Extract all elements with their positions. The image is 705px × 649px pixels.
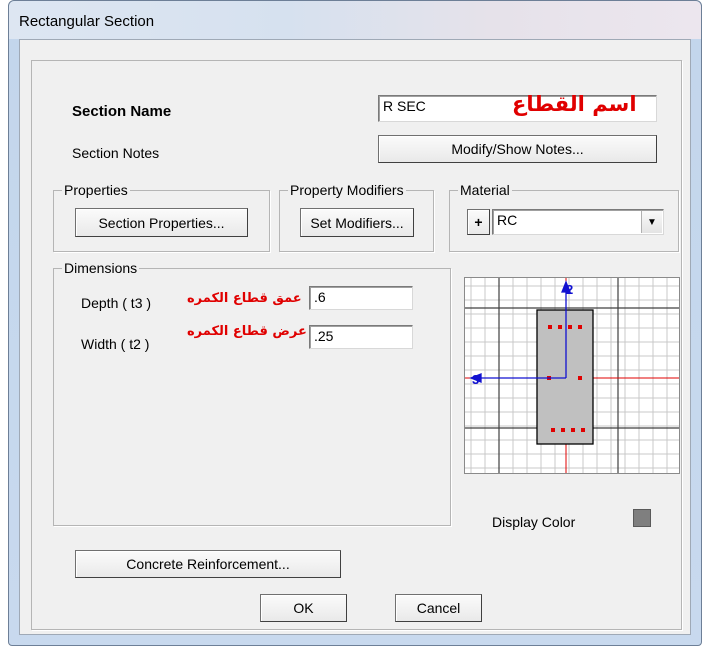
concrete-reinforcement-button[interactable]: Concrete Reinforcement...	[75, 550, 341, 578]
section-notes-label: Section Notes	[72, 145, 160, 161]
axis-3-label: 3	[472, 372, 479, 387]
material-group: Material + RC ▼	[449, 182, 679, 252]
width-input[interactable]: .25	[309, 325, 413, 349]
section-preview: 2 3	[464, 277, 680, 474]
properties-group: Properties Section Properties...	[53, 182, 270, 252]
width-label: Width ( t2 )	[81, 336, 150, 352]
display-color-label: Display Color	[492, 514, 576, 530]
dialog-window: Rectangular Section Section Name R SEC ا…	[8, 0, 702, 646]
axis-2-label: 2	[566, 282, 573, 297]
title-bar[interactable]: Rectangular Section	[9, 1, 701, 39]
cancel-button[interactable]: Cancel	[395, 594, 482, 622]
depth-annotation: عمق قطاع الكمره	[187, 291, 302, 306]
section-name-annotation: اسم القطاع	[512, 92, 637, 116]
depth-value: .6	[314, 289, 326, 305]
add-material-button[interactable]: +	[467, 209, 490, 235]
properties-legend: Properties	[62, 182, 130, 198]
set-modifiers-button[interactable]: Set Modifiers...	[300, 208, 414, 237]
display-color-swatch[interactable]	[633, 509, 651, 527]
material-selected-value: RC	[497, 212, 518, 228]
width-value: .25	[314, 328, 334, 344]
width-annotation: عرض قطاع الكمره	[187, 324, 307, 339]
section-preview-canvas: 2 3	[465, 278, 679, 473]
concrete-section	[536, 309, 594, 445]
window-title: Rectangular Section	[19, 13, 155, 30]
material-select[interactable]: RC ▼	[492, 209, 664, 235]
modify-show-notes-button[interactable]: Modify/Show Notes...	[378, 135, 657, 163]
ok-button[interactable]: OK	[260, 594, 347, 622]
material-legend: Material	[458, 182, 512, 198]
depth-label: Depth ( t3 )	[81, 295, 152, 311]
dialog-client-area: Section Name R SEC اسم القطاع Section No…	[19, 39, 691, 635]
section-properties-button[interactable]: Section Properties...	[75, 208, 248, 237]
content-frame: Section Name R SEC اسم القطاع Section No…	[31, 60, 682, 630]
property-modifiers-group: Property Modifiers Set Modifiers...	[279, 182, 434, 252]
chevron-down-icon[interactable]: ▼	[641, 211, 662, 233]
depth-input[interactable]: .6	[309, 286, 413, 310]
section-name-value: R SEC	[383, 98, 426, 114]
section-name-label: Section Name	[72, 103, 172, 120]
property-modifiers-legend: Property Modifiers	[288, 182, 406, 198]
dimensions-legend: Dimensions	[62, 260, 140, 276]
dimensions-group: Dimensions Depth ( t3 ) عمق قطاع الكمره …	[53, 260, 451, 526]
